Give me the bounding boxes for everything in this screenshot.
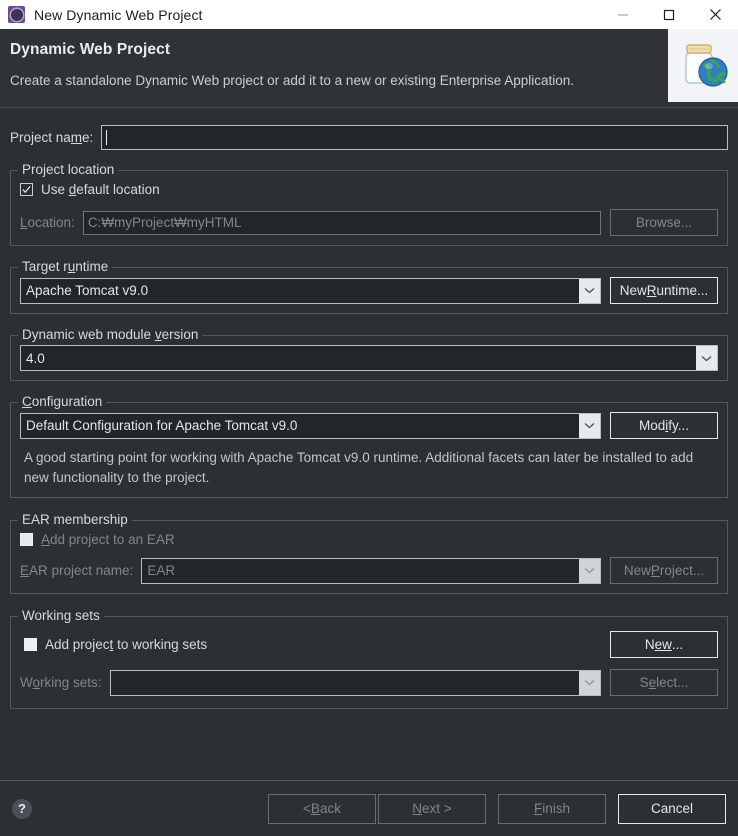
add-to-working-sets-checkbox[interactable] xyxy=(24,638,37,651)
jar-globe-icon xyxy=(668,29,738,102)
use-default-location-row[interactable]: Use default location xyxy=(20,182,718,197)
project-location-legend: Project location xyxy=(18,162,119,177)
module-version-row: 4.0 xyxy=(20,345,718,371)
wizard-buttons: < Back Next > Finish Cancel xyxy=(268,793,726,824)
new-project-button: New Project... xyxy=(610,557,718,584)
add-to-ear-row: Add project to an EAR xyxy=(20,532,718,547)
location-row: Location: C:₩myProject₩myHTML Browse... xyxy=(20,209,718,236)
window-controls xyxy=(600,0,738,29)
ear-membership-group: EAR membership Add project to an EAR EAR… xyxy=(10,512,728,594)
target-runtime-group: Target runtime Apache Tomcat v9.0 New Ru… xyxy=(10,259,728,314)
chevron-down-icon[interactable] xyxy=(579,278,600,303)
working-sets-combo xyxy=(109,669,601,696)
back-button: < Back xyxy=(268,793,376,824)
new-working-set-button[interactable]: New... xyxy=(610,631,718,658)
use-default-location-checkbox[interactable] xyxy=(20,183,33,196)
ear-project-name-value: EAR xyxy=(147,563,176,578)
chevron-down-icon[interactable] xyxy=(579,413,600,438)
configuration-combo[interactable]: Default Configuration for Apache Tomcat … xyxy=(20,412,601,439)
location-input: C:₩myProject₩myHTML xyxy=(82,210,601,235)
target-runtime-row: Apache Tomcat v9.0 New Runtime... xyxy=(20,277,718,304)
project-location-group: Project location Use default location Lo… xyxy=(10,162,728,246)
target-runtime-legend: Target runtime xyxy=(18,259,113,274)
close-button[interactable] xyxy=(692,0,738,29)
page-description: Create a standalone Dynamic Web project … xyxy=(10,73,575,88)
working-sets-legend: Working sets xyxy=(18,608,104,623)
working-sets-label: Working sets: xyxy=(20,675,102,690)
ear-project-name-label: EAR project name: xyxy=(20,563,134,578)
dialog-content: Project name: Project location Use defau… xyxy=(0,125,738,709)
target-runtime-value: Apache Tomcat v9.0 xyxy=(26,283,149,298)
target-runtime-combo[interactable]: Apache Tomcat v9.0 xyxy=(20,277,601,304)
module-version-value: 4.0 xyxy=(26,350,45,366)
configuration-legend: Configuration xyxy=(18,394,107,409)
dialog-banner: Dynamic Web Project Create a standalone … xyxy=(0,29,738,108)
minimize-button[interactable] xyxy=(600,0,646,29)
configuration-value: Default Configuration for Apache Tomcat … xyxy=(26,418,298,433)
select-working-set-button: Se lect... xyxy=(610,669,718,696)
configuration-group: Configuration Default Configuration for … xyxy=(10,394,728,498)
new-runtime-button[interactable]: New Runtime... xyxy=(610,277,718,304)
eclipse-project-icon xyxy=(8,6,25,23)
browse-button: Browse... xyxy=(610,209,718,236)
ear-membership-legend: EAR membership xyxy=(18,512,132,527)
project-name-row: Project name: xyxy=(10,125,728,150)
chevron-down-icon xyxy=(579,670,600,695)
add-to-ear-label: Add project to an EAR xyxy=(41,532,175,547)
configuration-row: Default Configuration for Apache Tomcat … xyxy=(20,412,718,439)
modify-button[interactable]: Mod i fy... xyxy=(610,412,718,439)
module-version-group: Dynamic web module version 4.0 xyxy=(10,327,728,381)
add-to-working-sets-label: Add project to working sets xyxy=(45,637,208,652)
chevron-down-icon[interactable] xyxy=(696,346,717,370)
help-icon[interactable]: ? xyxy=(12,798,32,819)
text-caret xyxy=(106,130,108,145)
module-version-legend: Dynamic web module version xyxy=(18,327,203,342)
maximize-button[interactable] xyxy=(646,0,692,29)
next-button: Next > xyxy=(378,793,486,824)
add-to-working-sets-row[interactable]: Add project to working sets New... xyxy=(20,631,718,658)
project-name-label: Project name: xyxy=(10,130,94,145)
configuration-description: A good starting point for working with A… xyxy=(24,450,694,485)
ear-project-name-row: EAR project name: EAR New Project... xyxy=(20,557,718,584)
project-name-input[interactable] xyxy=(101,125,728,150)
finish-button: Finish xyxy=(498,793,606,824)
ear-project-name-combo: EAR xyxy=(141,557,601,584)
add-to-ear-checkbox xyxy=(20,533,33,546)
working-sets-group: Working sets Add project to working sets… xyxy=(10,608,728,709)
location-label: Location: xyxy=(20,215,75,230)
cancel-button[interactable]: Cancel xyxy=(618,793,726,824)
window-titlebar: New Dynamic Web Project xyxy=(0,0,738,29)
dialog-footer: ? < Back Next > Finish Cancel xyxy=(0,780,738,836)
use-default-location-label: Use default location xyxy=(41,182,160,197)
working-sets-row: Working sets: Se lect... xyxy=(20,669,718,696)
chevron-down-icon xyxy=(579,558,600,583)
module-version-combo[interactable]: 4.0 xyxy=(20,345,718,371)
page-title: Dynamic Web Project xyxy=(10,41,171,58)
window-title: New Dynamic Web Project xyxy=(34,6,203,23)
working-sets-value xyxy=(111,671,579,695)
